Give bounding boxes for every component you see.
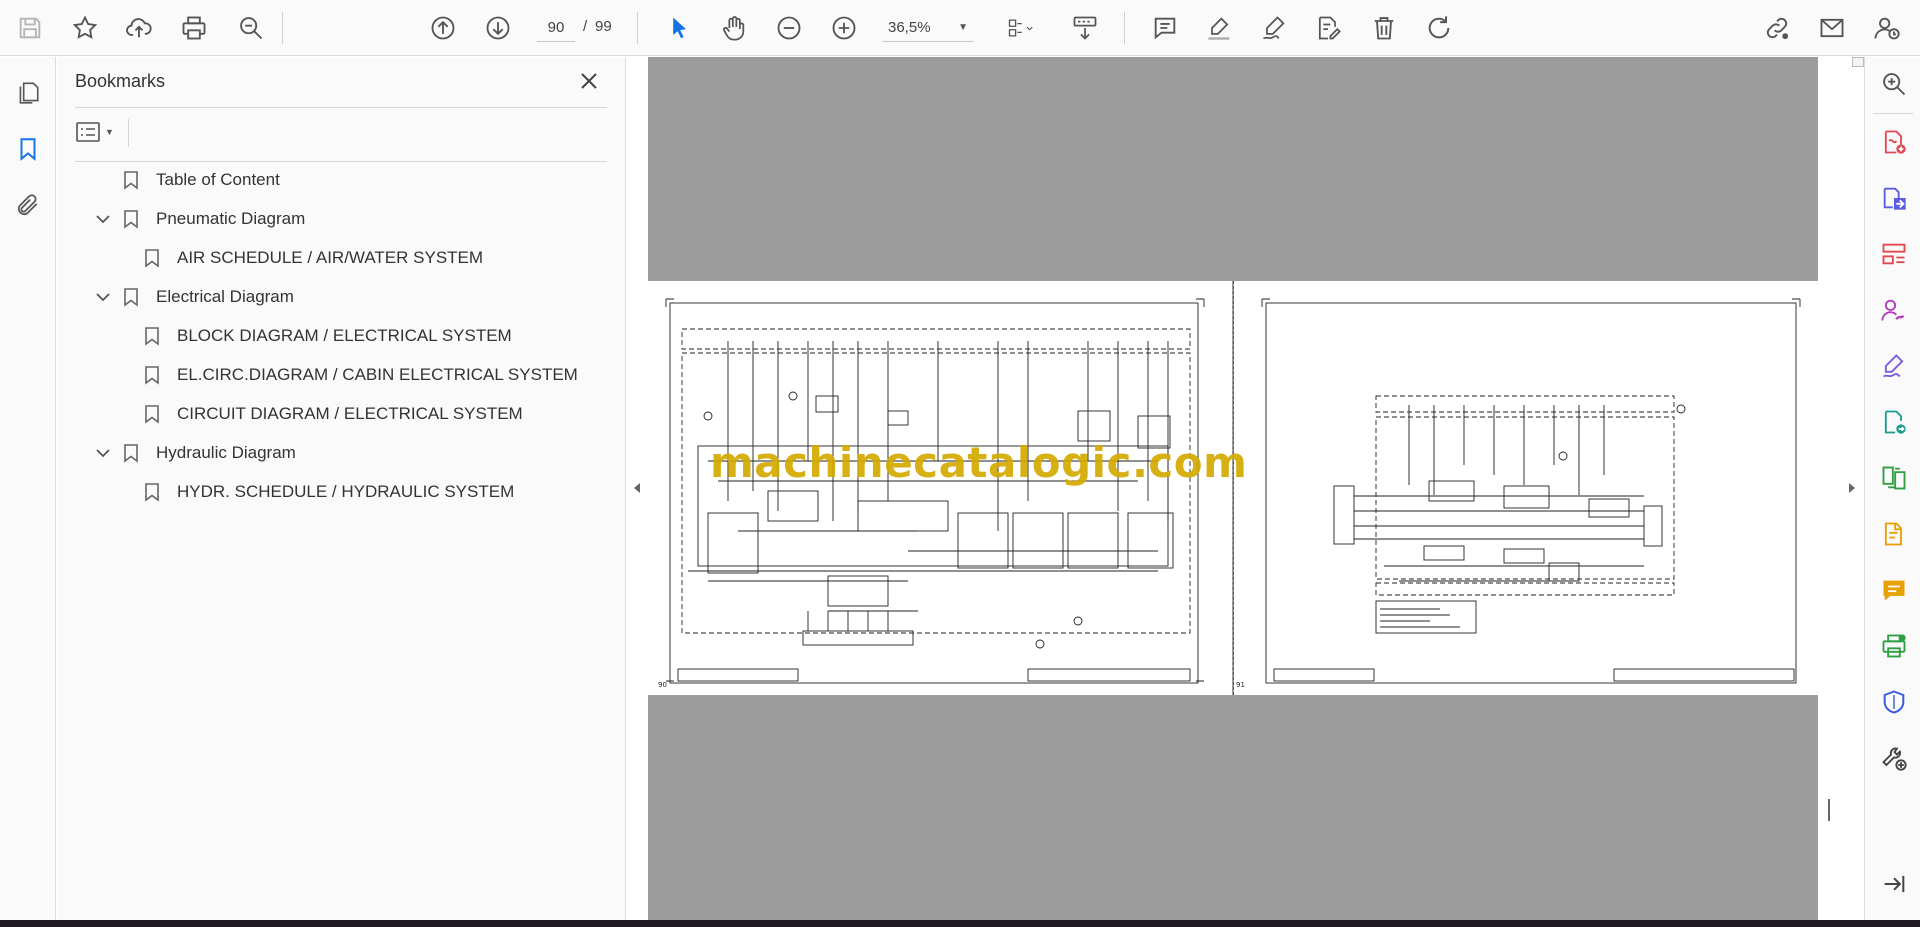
- request-signature-icon[interactable]: [1877, 293, 1911, 327]
- bookmark-label: Table of Content: [156, 170, 280, 189]
- bookmark-label: EL.CIRC.DIAGRAM / CABIN ELECTRICAL SYSTE…: [177, 365, 578, 384]
- right-tools-rail: [1864, 57, 1920, 920]
- list-options-icon: [76, 122, 100, 142]
- email-icon[interactable]: [1813, 9, 1851, 47]
- hand-icon[interactable]: [715, 9, 753, 47]
- page-up-icon[interactable]: [424, 9, 462, 47]
- zoom-search-icon[interactable]: [1877, 67, 1911, 101]
- bookmarks-icon[interactable]: [10, 131, 46, 167]
- highlight-icon[interactable]: [1200, 9, 1238, 47]
- star-icon[interactable]: [66, 9, 104, 47]
- bookmark-item-electrical-diagram[interactable]: Electrical Diagram: [92, 283, 294, 311]
- document-page-left: 90: [648, 281, 1232, 695]
- bookmark-label: Hydraulic Diagram: [156, 443, 296, 462]
- bookmark-label: CIRCUIT DIAGRAM / ELECTRICAL SYSTEM: [177, 404, 523, 423]
- bookmark-label: BLOCK DIAGRAM / ELECTRICAL SYSTEM: [177, 326, 512, 345]
- bookmark-icon: [120, 168, 142, 192]
- document-page-right: 91: [1234, 281, 1818, 695]
- bookmark-item-hydraulic-diagram[interactable]: Hydraulic Diagram: [92, 439, 296, 467]
- account-icon[interactable]: [1868, 9, 1906, 47]
- bookmarks-panel: Bookmarks ▼ Table of Content Pneumatic D…: [57, 57, 626, 920]
- chevron-down-icon[interactable]: [92, 442, 114, 464]
- bookmark-icon: [120, 441, 142, 465]
- attachments-icon[interactable]: [10, 187, 46, 223]
- scrollbar-grip[interactable]: [1828, 799, 1830, 821]
- bookmark-item-hydr-schedule[interactable]: HYDR. SCHEDULE / HYDRAULIC SYSTEM: [141, 478, 514, 506]
- bookmark-label: Pneumatic Diagram: [156, 209, 306, 228]
- scroll-mode-icon[interactable]: [1065, 9, 1105, 47]
- zoom-out-icon[interactable]: [770, 9, 808, 47]
- schedule-schematic-drawing: 91: [1236, 298, 1801, 689]
- bookmark-options-button[interactable]: ▼: [75, 117, 123, 147]
- top-toolbar: / 99 36,5% ▼: [0, 0, 1920, 56]
- upload-icon[interactable]: [120, 9, 158, 47]
- zoom-level-value: 36,5%: [888, 19, 931, 36]
- page-separator: /: [583, 18, 588, 35]
- watermark-text: machinecatalogic.com: [710, 438, 1248, 487]
- rotate-icon[interactable]: [1420, 9, 1458, 47]
- chevron-down-icon[interactable]: [92, 286, 114, 308]
- comment-icon[interactable]: [1146, 9, 1184, 47]
- zoom-level-dropdown[interactable]: 36,5% ▼: [882, 14, 974, 42]
- left-navigation-rail: [0, 57, 56, 920]
- total-pages: 99: [595, 18, 612, 35]
- edit-text-icon[interactable]: [1309, 9, 1347, 47]
- scrollbar-top[interactable]: [1852, 57, 1864, 67]
- page-fit-icon[interactable]: [994, 9, 1046, 47]
- more-tools-icon[interactable]: [1877, 741, 1911, 775]
- bookmark-label: Electrical Diagram: [156, 287, 294, 306]
- bookmark-icon: [141, 480, 163, 504]
- bookmark-item-block-diagram[interactable]: BLOCK DIAGRAM / ELECTRICAL SYSTEM: [141, 322, 512, 350]
- compare-files-icon[interactable]: [1877, 461, 1911, 495]
- print-production-icon[interactable]: [1877, 629, 1911, 663]
- bookmark-item-table-of-content[interactable]: Table of Content: [92, 166, 280, 194]
- collapse-tools-icon[interactable]: [1877, 867, 1911, 901]
- page-thumbnails-icon[interactable]: [10, 75, 46, 111]
- bookmark-icon: [120, 285, 142, 309]
- hydraulic-schematic-drawing: 90: [658, 298, 1205, 689]
- page-number-input[interactable]: [537, 14, 575, 42]
- collapse-left-panel-icon[interactable]: [630, 478, 644, 498]
- zoom-in-icon[interactable]: [825, 9, 863, 47]
- bookmark-icon: [120, 207, 142, 231]
- print-icon[interactable]: [175, 9, 213, 47]
- share-link-icon[interactable]: [1758, 9, 1796, 47]
- save-icon[interactable]: [11, 9, 49, 47]
- edit-pdf-icon[interactable]: [1877, 517, 1911, 551]
- left-page-number: 90: [658, 681, 667, 689]
- export-pdf-icon[interactable]: [1877, 181, 1911, 215]
- right-page-number: 91: [1236, 681, 1245, 689]
- bookmark-item-cabin-electrical[interactable]: EL.CIRC.DIAGRAM / CABIN ELECTRICAL SYSTE…: [141, 361, 578, 389]
- zoom-search-icon[interactable]: [232, 9, 270, 47]
- taskbar-strip: [0, 920, 1920, 927]
- protect-icon[interactable]: [1877, 685, 1911, 719]
- chevron-down-icon: ▼: [958, 22, 968, 33]
- fill-sign-icon[interactable]: [1877, 349, 1911, 383]
- close-icon[interactable]: [575, 67, 603, 95]
- bookmark-icon: [141, 246, 163, 270]
- bookmark-item-air-schedule[interactable]: AIR SCHEDULE / AIR/WATER SYSTEM: [141, 244, 483, 272]
- collapse-right-panel-icon[interactable]: [1845, 478, 1859, 498]
- create-pdf-icon[interactable]: [1877, 125, 1911, 159]
- bookmarks-title: Bookmarks: [75, 71, 166, 91]
- chevron-down-icon[interactable]: [92, 208, 114, 230]
- pdf-reader-window: / 99 36,5% ▼: [0, 0, 1920, 927]
- select-cursor-icon[interactable]: [660, 9, 698, 47]
- bookmark-icon: [141, 402, 163, 426]
- send-file-icon[interactable]: [1877, 405, 1911, 439]
- bookmark-item-pneumatic-diagram[interactable]: Pneumatic Diagram: [92, 205, 305, 233]
- draw-icon[interactable]: [1255, 9, 1293, 47]
- bookmark-icon: [141, 324, 163, 348]
- organize-pages-icon[interactable]: [1877, 237, 1911, 271]
- page-down-icon[interactable]: [479, 9, 517, 47]
- bookmark-label: HYDR. SCHEDULE / HYDRAULIC SYSTEM: [177, 482, 515, 501]
- chevron-down-icon: ▼: [105, 127, 114, 137]
- bookmark-item-circuit-diagram[interactable]: CIRCUIT DIAGRAM / ELECTRICAL SYSTEM: [141, 400, 523, 428]
- bookmark-icon: [141, 363, 163, 387]
- bookmark-label: AIR SCHEDULE / AIR/WATER SYSTEM: [177, 248, 484, 267]
- delete-icon[interactable]: [1365, 9, 1403, 47]
- comment-tool-icon[interactable]: [1877, 573, 1911, 607]
